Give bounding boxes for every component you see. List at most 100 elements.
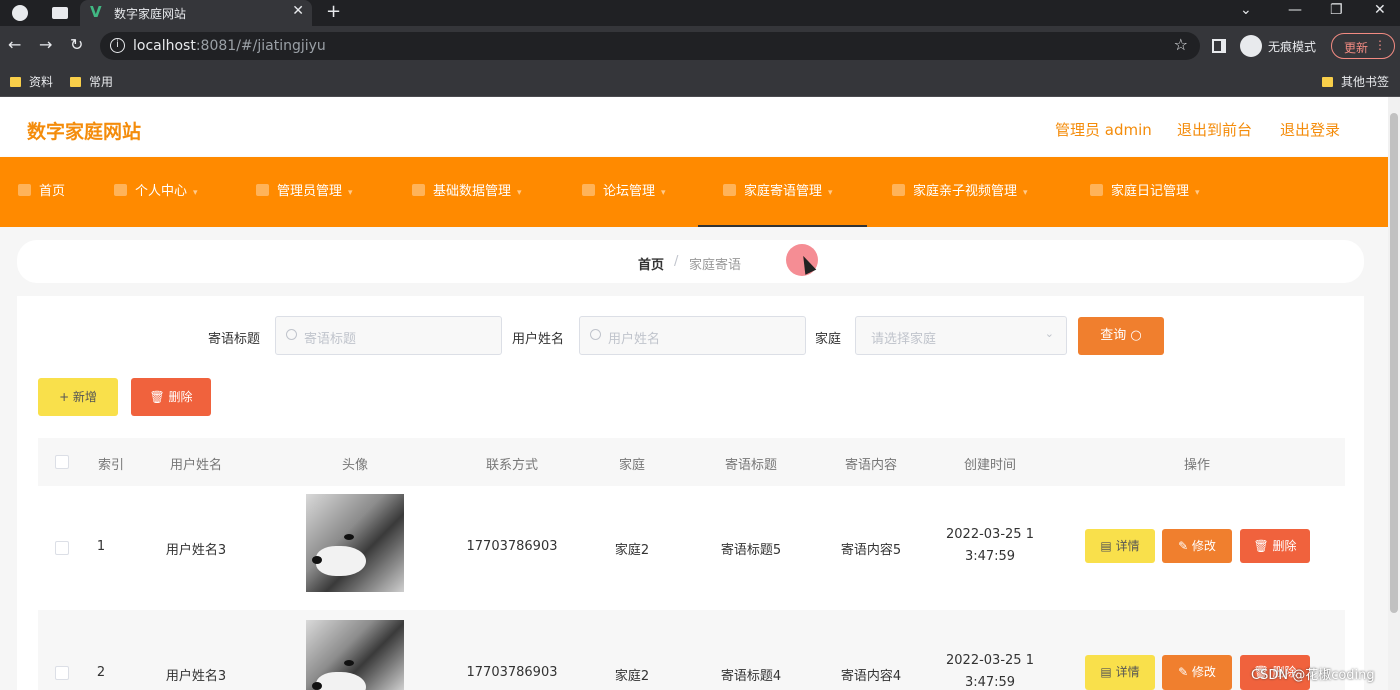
window-close-icon[interactable]: ✕ (1374, 2, 1386, 18)
chevron-down-icon: ▾ (1195, 188, 1200, 198)
side-panel-icon[interactable] (1212, 39, 1226, 53)
detail-button[interactable]: ▤ 详情 (1085, 655, 1155, 690)
chevron-down-icon: ▾ (1023, 188, 1028, 198)
logout-link[interactable]: 退出登录 (1280, 119, 1340, 140)
cell-user: 用户姓名3 (165, 669, 227, 684)
title-filter-label: 寄语标题 (208, 332, 261, 347)
incognito-label: 无痕模式 (1268, 40, 1317, 54)
column-header-created: 创建时间 (963, 458, 1017, 473)
menu-item-family-video[interactable]: 家庭亲子视频管理 ▾ (892, 157, 1028, 227)
batch-delete-button[interactable]: 🗑 删除 (131, 378, 211, 416)
database-icon (412, 184, 425, 196)
app-header: 数字家庭网站 管理员 admin 退出到前台 退出登录 (0, 97, 1388, 157)
detail-button[interactable]: ▤ 详情 (1085, 529, 1155, 563)
title-search-input[interactable]: 寄语标题 (275, 316, 502, 355)
menu-item-admin[interactable]: 管理员管理 ▾ (256, 157, 353, 227)
table-header (38, 438, 1345, 486)
user-filter-label: 用户姓名 (512, 332, 565, 347)
breadcrumb-current: 家庭寄语 (689, 258, 742, 273)
column-header-content: 寄语内容 (844, 458, 898, 473)
new-tab-icon[interactable]: + (326, 1, 341, 22)
column-header-family: 家庭 (618, 458, 646, 473)
edit-button[interactable]: ✎ 修改 (1162, 529, 1232, 563)
chevron-down-icon: ⌄ (1044, 327, 1054, 340)
menu-item-family-diary[interactable]: 家庭日记管理 ▾ (1090, 157, 1200, 227)
cell-user: 用户姓名3 (165, 543, 227, 558)
page-scrollbar[interactable] (1388, 97, 1400, 690)
menu-item-forum[interactable]: 论坛管理 ▾ (582, 157, 666, 227)
cell-family: 家庭2 (614, 543, 650, 558)
browser-tab[interactable]: V 数字家庭网站 ✕ (80, 0, 312, 26)
tab-overview-icon[interactable] (52, 7, 68, 19)
bookmarks-bar: 资料 常用 其他书签 (0, 66, 1400, 97)
back-icon[interactable]: ← (8, 35, 21, 54)
row-checkbox[interactable] (55, 666, 69, 680)
add-button[interactable]: + 新增 (38, 378, 118, 416)
cell-content: 寄语内容4 (840, 669, 902, 684)
scrollbar-thumb[interactable] (1390, 113, 1398, 613)
chevron-down-icon: ▾ (193, 188, 198, 198)
back-to-front-link[interactable]: 退出到前台 (1177, 119, 1252, 140)
site-title: 数字家庭网站 (27, 121, 142, 143)
column-header-index: 索引 (97, 458, 125, 473)
folder-icon (70, 77, 81, 87)
tab-search-icon[interactable]: ⌄ (1240, 2, 1252, 18)
select-all-checkbox[interactable] (55, 455, 69, 469)
browser-tab-bar: V 数字家庭网站 ✕ + ⌄ — ❐ ✕ (0, 0, 1400, 26)
message-icon (723, 184, 736, 196)
vue-logo-icon: V (90, 3, 102, 21)
chevron-down-icon: ▾ (517, 188, 522, 198)
user-icon (114, 184, 127, 196)
bookmark-folder-changyong[interactable]: 常用 (70, 73, 113, 90)
family-filter-label: 家庭 (815, 332, 842, 347)
menu-item-basedata[interactable]: 基础数据管理 ▾ (412, 157, 522, 227)
incognito-icon[interactable] (1240, 35, 1262, 57)
minimize-icon[interactable]: — (1288, 2, 1302, 18)
address-bar: ← → ↻ i localhost:8081/#/jiatingjiyu ☆ 无… (0, 26, 1400, 66)
delete-button[interactable]: 🗑 删除 (1240, 529, 1310, 563)
avatar (306, 494, 404, 592)
site-info-icon[interactable]: i (110, 38, 125, 53)
admin-user-label: 管理员 admin (1055, 121, 1152, 139)
close-tab-icon[interactable]: ✕ (292, 3, 304, 19)
breadcrumb-home[interactable]: 首页 (638, 254, 664, 273)
diary-icon (1090, 184, 1103, 196)
cell-phone: 17703786903 (466, 539, 558, 554)
forward-icon[interactable]: → (39, 35, 52, 54)
chevron-down-icon: ▾ (348, 188, 353, 198)
globe-icon[interactable] (12, 5, 28, 21)
update-button[interactable]: 更新 ⋮ (1331, 33, 1395, 59)
cell-content: 寄语内容5 (840, 543, 902, 558)
csdn-watermark: CSDN @花椒coding (1251, 668, 1375, 683)
row-checkbox[interactable] (55, 541, 69, 555)
top-menu: 首页 个人中心 ▾ 管理员管理 ▾ 基础数据管理 ▾ 论坛管理 ▾ 家庭寄语管理 ▾ 家庭… (0, 157, 1388, 227)
cell-created: 2022-03-25 13:47:59 (946, 527, 1034, 564)
video-icon (892, 184, 905, 196)
bookmark-star-icon[interactable]: ☆ (1174, 35, 1188, 54)
column-header-avatar: 头像 (341, 458, 369, 473)
breadcrumb-separator: / (674, 254, 679, 269)
folder-icon (1322, 77, 1333, 87)
reload-icon[interactable]: ↻ (70, 35, 83, 54)
bookmark-folder-ziliao[interactable]: 资料 (10, 73, 53, 90)
url-input[interactable]: i localhost:8081/#/jiatingjiyu ☆ (100, 32, 1200, 60)
url-text: localhost:8081/#/jiatingjiyu (133, 38, 326, 54)
edit-button[interactable]: ✎ 修改 (1162, 655, 1232, 690)
cell-created: 2022-03-25 13:47:59 (946, 653, 1034, 690)
admin-icon (256, 184, 269, 196)
family-select[interactable]: 请选择家庭 ⌄ (855, 316, 1067, 355)
cell-family: 家庭2 (614, 669, 650, 684)
search-icon (286, 329, 297, 340)
menu-item-family-message[interactable]: 家庭寄语管理 ▾ (698, 157, 867, 227)
column-header-actions: 操作 (1183, 458, 1211, 473)
menu-item-home[interactable]: 首页 (18, 157, 65, 227)
query-button[interactable]: 查询 ○ (1078, 317, 1164, 355)
bookmark-folder-other[interactable]: 其他书签 (1322, 73, 1389, 90)
menu-item-profile[interactable]: 个人中心 ▾ (114, 157, 198, 227)
cell-index: 2 (96, 665, 106, 680)
cell-title: 寄语标题5 (720, 543, 782, 558)
restore-icon[interactable]: ❐ (1330, 2, 1343, 18)
user-search-input[interactable]: 用户姓名 (579, 316, 806, 355)
column-header-user: 用户姓名 (169, 458, 223, 473)
browser-tab-title: 数字家庭网站 (114, 7, 187, 21)
